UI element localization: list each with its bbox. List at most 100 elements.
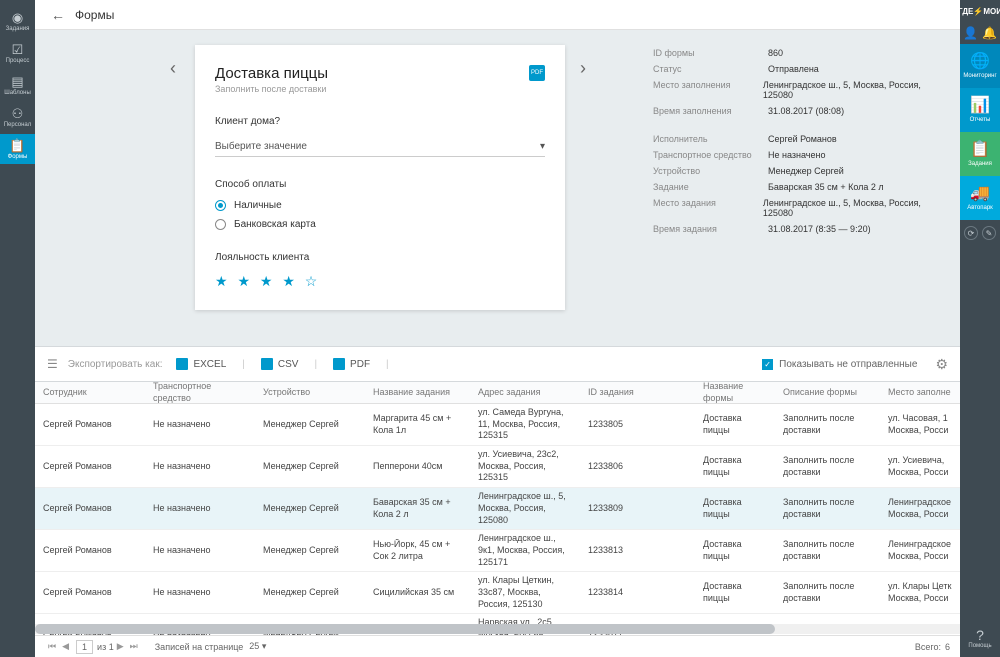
excel-icon: [176, 358, 188, 370]
detail-row: ID формы860: [653, 48, 945, 58]
client-home-select[interactable]: Выберите значение ▾: [215, 137, 545, 157]
next-form-chevron[interactable]: ›: [580, 58, 586, 79]
detail-row: Время заполнения31.08.2017 (08:08): [653, 106, 945, 116]
export-excel-button[interactable]: EXCEL: [176, 358, 226, 370]
export-csv-button[interactable]: CSV: [261, 358, 299, 370]
globe-icon: 🌐: [970, 54, 990, 70]
horizontal-scrollbar[interactable]: [35, 624, 960, 634]
form-card: PDF Доставка пиццы Заполнить после доста…: [195, 45, 565, 310]
question-payment: Способ оплаты: [215, 179, 545, 190]
col-vehicle[interactable]: Транспортное средство: [145, 381, 255, 404]
help-icon: ?: [976, 627, 984, 643]
csv-icon: [261, 358, 273, 370]
form-subtitle: Заполнить после доставки: [215, 84, 545, 94]
tool-circle-1[interactable]: ⟳: [964, 226, 978, 240]
nav-icon: ▤: [11, 75, 23, 88]
left-nav-шаблоны[interactable]: ▤Шаблоны: [0, 70, 35, 100]
col-task-id[interactable]: ID задания: [580, 387, 695, 399]
nav-icon: ◉: [12, 11, 23, 24]
detail-row: ИсполнительСергей Романов: [653, 134, 945, 144]
left-sidebar: ◉Задания☑Процесс▤Шаблоны⚇Персонал📋Формы: [0, 0, 35, 657]
select-placeholder: Выберите значение: [215, 141, 307, 152]
pdf-badge-icon[interactable]: PDF: [529, 65, 545, 81]
nav-tasks[interactable]: 📋Задания: [960, 132, 1000, 176]
export-pdf-button[interactable]: PDF: [333, 358, 370, 370]
filter-icon[interactable]: ☰: [47, 357, 58, 371]
main-content: ‹ › PDF Доставка пиццы Заполнить после д…: [35, 30, 960, 657]
page-title: Формы: [75, 8, 114, 22]
col-fill-location[interactable]: Место заполне: [880, 387, 960, 399]
left-nav-персонал[interactable]: ⚇Персонал: [0, 102, 35, 132]
page-number-input[interactable]: 1: [76, 640, 93, 654]
detail-row: СтатусОтправлена: [653, 64, 945, 74]
detail-row: Место заполненияЛенинградское ш., 5, Мос…: [653, 80, 945, 100]
col-form-name[interactable]: Название формы: [695, 381, 775, 404]
app-logo: ГДЕ⚡МОИ: [960, 0, 1000, 22]
form-title: Доставка пиццы: [215, 65, 545, 82]
detail-row: Транспортное средствоНе назначено: [653, 150, 945, 160]
per-page-select[interactable]: 25 ▾: [249, 641, 266, 652]
col-device[interactable]: Устройство: [255, 387, 365, 399]
nav-icon: ☑: [12, 43, 24, 56]
left-nav-формы[interactable]: 📋Формы: [0, 134, 35, 164]
bell-icon[interactable]: 🔔: [982, 26, 997, 40]
show-unsent-checkbox[interactable]: ✓: [762, 359, 773, 370]
detail-row: УстройствоМенеджер Сергей: [653, 166, 945, 176]
left-nav-задания[interactable]: ◉Задания: [0, 6, 35, 36]
back-arrow-icon[interactable]: ←: [51, 7, 65, 23]
table-row[interactable]: Сергей РомановНе назначеноМенеджер Серге…: [35, 488, 960, 530]
page-header: ← Формы: [35, 0, 960, 30]
table-row[interactable]: Сергей РомановНе назначеноМенеджер Серге…: [35, 572, 960, 614]
user-icon[interactable]: 👤: [963, 26, 978, 40]
col-task-name[interactable]: Название задания: [365, 387, 470, 399]
nav-reports[interactable]: 📊Отчеты: [960, 88, 1000, 132]
help-button[interactable]: ?Помощь: [960, 627, 1000, 649]
export-toolbar: ☰ Экспортировать как: EXCEL | CSV | PDF …: [35, 346, 960, 382]
question-client-home: Клиент дома?: [215, 116, 545, 127]
left-nav-процесс[interactable]: ☑Процесс: [0, 38, 35, 68]
scrollbar-thumb[interactable]: [35, 624, 775, 634]
radio-icon: [215, 200, 226, 211]
page-first-icon[interactable]: ⏮: [48, 641, 56, 652]
prev-form-chevron[interactable]: ‹: [170, 58, 176, 79]
right-sidebar: ГДЕ⚡МОИ 👤 🔔 🌐Мониторинг 📊Отчеты 📋Задания…: [960, 0, 1000, 657]
loyalty-stars[interactable]: ★ ★ ★ ★ ☆: [215, 273, 545, 290]
col-task-address[interactable]: Адрес задания: [470, 387, 580, 399]
per-page-label: Записей на странице: [155, 642, 244, 652]
page-prev-icon[interactable]: ◀: [62, 641, 69, 652]
pagination-bar: ⏮ ◀ 1 из 1 ▶ ⏭ Записей на странице 25 ▾ …: [35, 635, 960, 657]
tool-circle-2[interactable]: ✎: [982, 226, 996, 240]
table-header: Сотрудник Транспортное средство Устройст…: [35, 382, 960, 404]
col-form-desc[interactable]: Описание формы: [775, 387, 880, 399]
tool-circles: ⟳ ✎: [964, 226, 996, 240]
radio-card[interactable]: Банковская карта: [215, 219, 545, 230]
chevron-down-icon: ▾: [540, 141, 545, 152]
detail-row: Место заданияЛенинградское ш., 5, Москва…: [653, 198, 945, 218]
col-employee[interactable]: Сотрудник: [35, 387, 145, 399]
truck-icon: 🚚: [970, 186, 990, 202]
table-row[interactable]: Сергей РомановНе назначеноМенеджер Серге…: [35, 530, 960, 572]
settings-gear-icon[interactable]: ⚙: [935, 356, 948, 373]
detail-row: ЗаданиеБаварская 35 см + Кола 2 л: [653, 182, 945, 192]
question-loyalty: Лояльность клиента: [215, 252, 545, 263]
total-count: 6: [945, 642, 950, 652]
total-label: Всего:: [915, 642, 941, 652]
clipboard-icon: 📋: [970, 142, 990, 158]
pdf-icon: [333, 358, 345, 370]
table-row[interactable]: Сергей РомановНе назначеноМенеджер Серге…: [35, 404, 960, 446]
chart-icon: 📊: [970, 98, 990, 114]
page-of-label: из 1: [97, 642, 114, 652]
table-row[interactable]: Сергей РомановНе назначеноМенеджер Серге…: [35, 446, 960, 488]
form-details: ID формы860 СтатусОтправлена Место заполне…: [653, 48, 945, 240]
page-next-icon[interactable]: ▶: [117, 641, 124, 652]
show-unsent-label: Показывать не отправленные: [779, 359, 917, 370]
nav-fleet[interactable]: 🚚Автопарк: [960, 176, 1000, 220]
nav-icon: ⚇: [12, 107, 24, 120]
radio-cash[interactable]: Наличные: [215, 200, 545, 211]
page-last-icon[interactable]: ⏭: [130, 641, 138, 652]
radio-icon: [215, 219, 226, 230]
nav-icon: 📋: [9, 139, 25, 152]
nav-monitoring[interactable]: 🌐Мониторинг: [960, 44, 1000, 88]
user-controls[interactable]: 👤 🔔: [960, 22, 1000, 44]
forms-table: Сотрудник Транспортное средство Устройст…: [35, 382, 960, 656]
